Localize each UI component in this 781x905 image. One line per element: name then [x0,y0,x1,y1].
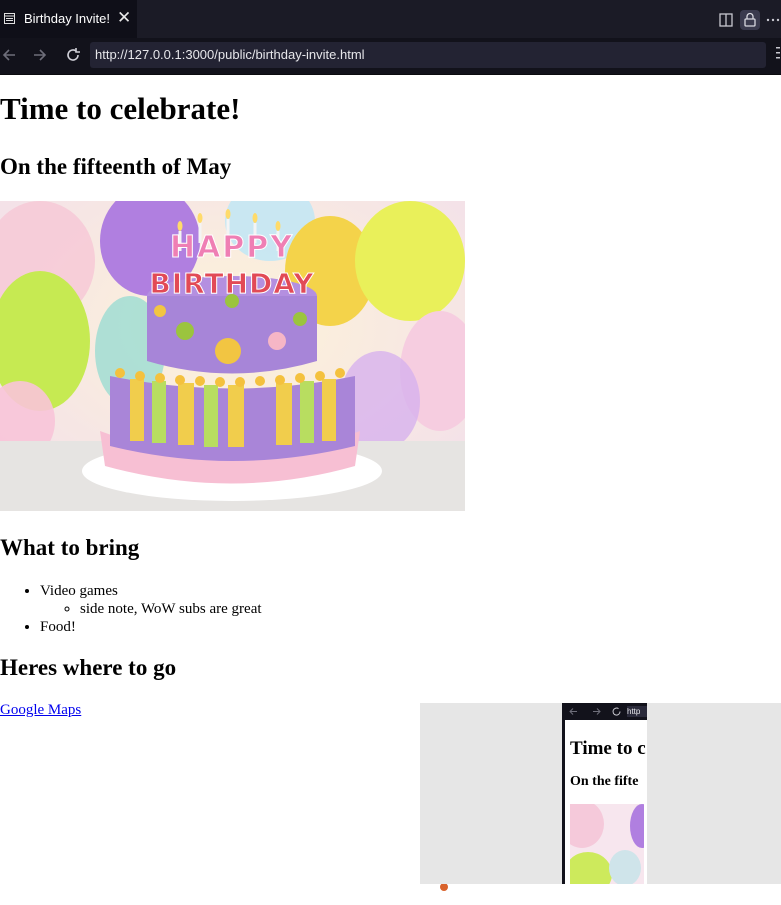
tab-title: Birthday Invite! [24,11,110,26]
bring-list: Video games side note, WoW subs are grea… [0,582,262,636]
page-preview-thumbnail[interactable]: http Time to c On the fifte [420,703,781,905]
preview-date: On the fifte [570,774,639,789]
bring-heading: What to bring [0,535,140,560]
page-title: Time to celebrate! [0,91,241,126]
list-item: Video games side note, WoW subs are grea… [40,582,262,618]
tab-bar: Birthday Invite! ✕ [0,0,781,38]
list-item-label: Video games [40,583,118,599]
page-icon [4,13,15,24]
list-item: Food! [40,618,262,636]
cake-text-happy: HAPPY [170,230,294,265]
list-item: side note, WoW subs are great [80,600,262,618]
date-heading: On the fifteenth of May [0,154,232,179]
more-icon[interactable] [765,10,781,30]
back-icon[interactable] [0,44,22,66]
lock-icon[interactable] [740,10,760,30]
forward-icon[interactable] [29,44,51,66]
tab-birthday-invite[interactable]: Birthday Invite! ✕ [0,0,137,38]
preview-title: Time to c [570,738,646,759]
navigation-bar: http://127.0.0.1:3000/public/birthday-in… [0,38,781,75]
address-bar[interactable]: http://127.0.0.1:3000/public/birthday-in… [90,42,766,68]
cake-text-birthday: BIRTHDAY [149,267,314,300]
preview-image [570,804,644,884]
google-maps-link[interactable]: Google Maps [0,702,81,719]
reload-icon[interactable] [62,44,84,66]
preview-url: http [627,706,647,717]
split-view-icon[interactable] [716,10,736,30]
close-icon[interactable]: ✕ [117,8,131,28]
preview-page: http Time to c On the fifte [562,703,647,884]
preview-bottom-strip [420,884,781,905]
birthday-cake-image: HAPPY BIRTHDAY [0,201,465,511]
where-heading: Heres where to go [0,655,177,680]
menu-icon[interactable] [776,46,780,60]
preview-nav-bar: http [565,703,647,720]
